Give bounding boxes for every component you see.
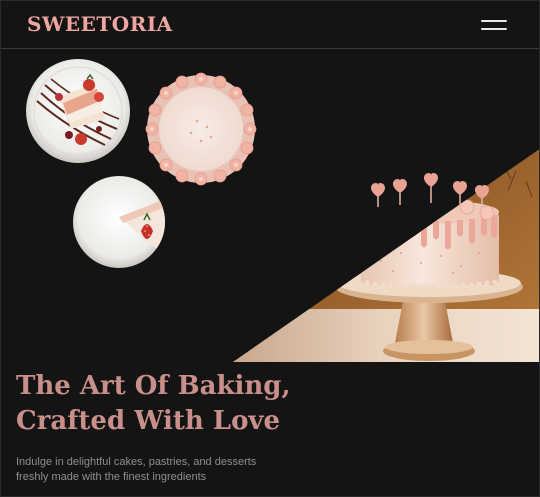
rosette-cake-image (145, 72, 257, 186)
featured-cake-image (233, 148, 539, 362)
headline-line-1: The Art Of Baking, (16, 371, 291, 401)
headline-line-2: Crafted With Love (16, 406, 281, 436)
landing-page: SWEETORIA The Art Of Baking, Crafted Wit… (0, 0, 540, 497)
subtext-line-1: Indulge in delightful cakes, pastries, a… (16, 456, 257, 468)
hero-headline: The Art Of Baking, Crafted With Love (16, 369, 346, 439)
hero-subtext: Indulge in delightful cakes, pastries, a… (16, 455, 316, 485)
cheesecake-slice-image (73, 176, 165, 268)
subtext-line-2: freshly made with the finest ingredients (16, 471, 207, 483)
cake-slice-plate-image (26, 59, 130, 163)
